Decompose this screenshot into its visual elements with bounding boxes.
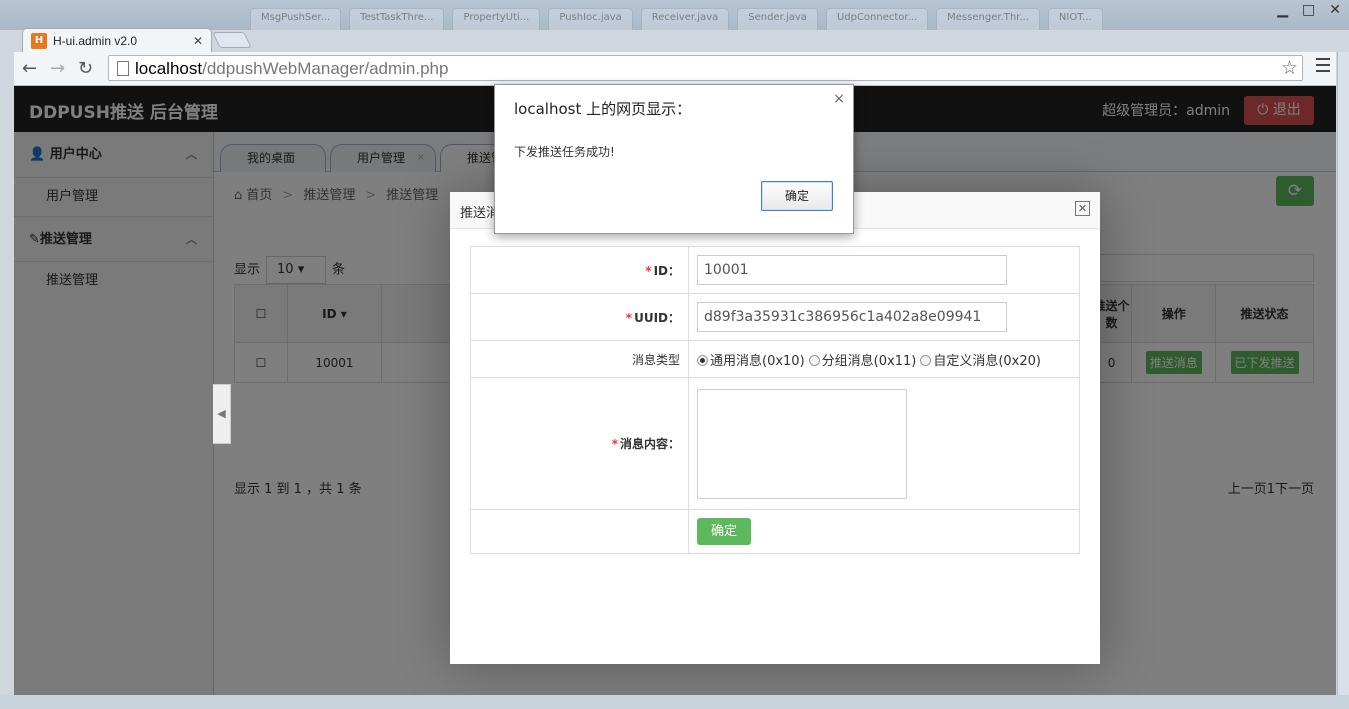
uuid-label: * UUID：	[470, 293, 689, 341]
url-path: /ddpushWebManager/admin.php	[202, 59, 449, 78]
form-row-uuid: * UUID： d89f3a35931c386956c1a402a8e09941	[470, 293, 1080, 341]
window-controls: ▁ □ ✕	[1277, 2, 1341, 18]
background-tab[interactable]: Messenger.Thr...	[936, 8, 1040, 30]
background-tab[interactable]: TestTaskThre...	[349, 8, 445, 30]
radio-general-label[interactable]: 通用消息(0x10)	[710, 354, 805, 369]
background-tab[interactable]: PushIoc.java	[548, 8, 633, 30]
minimize-icon[interactable]: ▁	[1277, 2, 1288, 18]
type-label: 消息类型	[470, 340, 689, 378]
submit-button[interactable]: 确定	[697, 518, 751, 545]
content-textarea[interactable]	[697, 388, 907, 499]
uuid-field-cell: d89f3a35931c386956c1a402a8e09941	[688, 293, 1080, 341]
page-icon	[117, 61, 129, 76]
content-label-text: 消息内容：	[619, 437, 680, 451]
content-label: * 消息内容：	[470, 377, 689, 510]
form-row-id: * ID： 10001	[470, 246, 1080, 294]
modal-close-icon[interactable]: ✕	[1075, 201, 1090, 216]
alert-title: localhost 上的网页显示：	[514, 100, 692, 118]
browser-menu-icon[interactable]	[1316, 58, 1330, 76]
alert-ok-button[interactable]: 确定	[761, 181, 833, 211]
new-tab-button[interactable]	[212, 32, 252, 48]
submit-cell: 确定	[688, 509, 1080, 554]
form-row-type: 消息类型 通用消息(0x10) 分组消息(0x11) 自定义消息(0x20)	[470, 340, 1080, 378]
id-label: * ID：	[470, 246, 689, 294]
radio-group[interactable]	[808, 354, 820, 366]
type-radio-group: 通用消息(0x10) 分组消息(0x11) 自定义消息(0x20)	[688, 340, 1080, 378]
browser-tab-title: H-ui.admin v2.0	[53, 33, 138, 48]
radio-custom-label[interactable]: 自定义消息(0x20)	[933, 354, 1041, 369]
address-bar[interactable]: localhost/ddpushWebManager/admin.php ☆	[108, 55, 1303, 81]
id-label-text: ID：	[653, 263, 680, 278]
url-text: localhost/ddpushWebManager/admin.php	[135, 59, 448, 79]
desktop-strip: MsgPushSer... TestTaskThre... PropertyUt…	[0, 0, 1349, 30]
background-tab[interactable]: NIOT...	[1047, 8, 1103, 30]
maximize-icon[interactable]: □	[1302, 2, 1315, 18]
uuid-field[interactable]: d89f3a35931c386956c1a402a8e09941	[697, 302, 1007, 332]
background-tab[interactable]: PropertyUti...	[452, 8, 541, 30]
radio-general[interactable]	[697, 354, 708, 366]
url-host: localhost	[135, 59, 203, 78]
push-message-modal: 推送消 ✕ * ID： 10001 * UUID： d89f3a35931c3869…	[450, 192, 1100, 664]
alert-close-icon[interactable]: ×	[833, 91, 845, 107]
background-tab[interactable]: MsgPushSer...	[250, 8, 342, 30]
forward-icon[interactable]: →	[50, 58, 65, 80]
alert-dialog: localhost 上的网页显示： × 下发推送任务成功! 确定	[494, 84, 854, 234]
background-window-strip	[0, 695, 1349, 709]
reload-icon[interactable]: ↻	[78, 58, 93, 80]
submit-spacer	[470, 509, 689, 554]
background-tab[interactable]: Sender.java	[737, 8, 818, 30]
favicon-icon: H	[31, 32, 47, 49]
background-tabs: MsgPushSer... TestTaskThre... PropertyUt…	[250, 8, 1229, 30]
browser-tab[interactable]: H H-ui.admin v2.0 ✕	[22, 28, 212, 52]
form-row-submit: 确定	[470, 509, 1080, 554]
form-row-content: * 消息内容：	[470, 377, 1080, 510]
radio-custom[interactable]	[920, 354, 932, 366]
page-scrollbar[interactable]	[1337, 52, 1349, 695]
tab-close-icon[interactable]: ✕	[193, 34, 203, 48]
radio-group-label[interactable]: 分组消息(0x11)	[822, 354, 917, 369]
browser-toolbar: ← → ↻ localhost/ddpushWebManager/admin.p…	[14, 52, 1336, 86]
uuid-label-text: UUID：	[634, 310, 680, 325]
id-field[interactable]: 10001	[697, 255, 1007, 285]
sidebar-toggle[interactable]: ◀	[213, 384, 231, 444]
close-window-icon[interactable]: ✕	[1329, 2, 1341, 18]
id-field-cell: 10001	[688, 246, 1080, 294]
back-icon[interactable]: ←	[22, 58, 37, 80]
bookmark-star-icon[interactable]: ☆	[1281, 57, 1298, 79]
push-form: * ID： 10001 * UUID： d89f3a35931c386956c1a4…	[470, 246, 1080, 554]
content-field-cell	[688, 377, 1080, 510]
background-tab[interactable]: UdpConnector...	[825, 8, 929, 30]
alert-message: 下发推送任务成功!	[514, 145, 615, 159]
background-tab[interactable]: Receiver.java	[640, 8, 730, 30]
